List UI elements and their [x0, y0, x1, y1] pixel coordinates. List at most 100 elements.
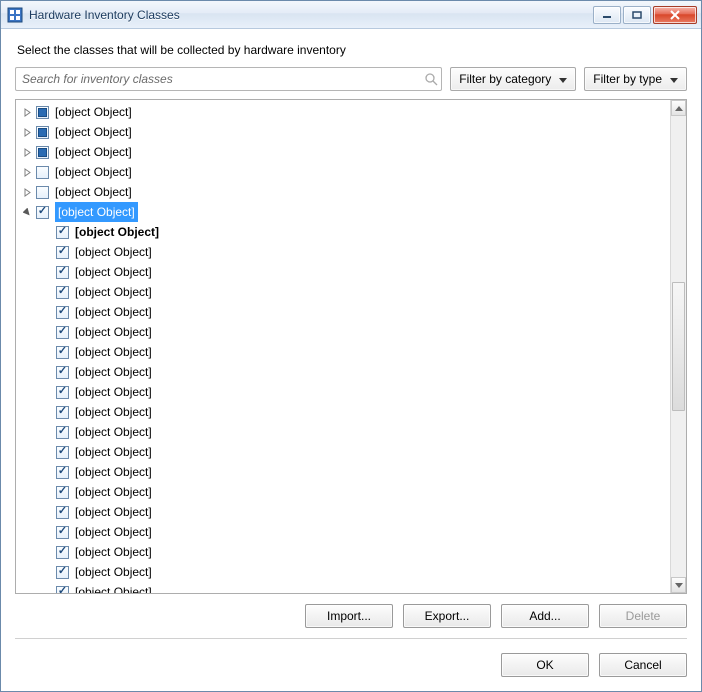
row-label: [object Object]: [73, 382, 154, 402]
checkbox[interactable]: [56, 246, 69, 259]
maximize-button[interactable]: [623, 6, 651, 24]
export-button[interactable]: Export...: [403, 604, 491, 628]
tree-property-row[interactable]: [object Object]: [16, 442, 670, 462]
checkbox[interactable]: [56, 386, 69, 399]
cancel-button[interactable]: Cancel: [599, 653, 687, 677]
add-button[interactable]: Add...: [501, 604, 589, 628]
dialog-window: Hardware Inventory Classes Select the cl…: [0, 0, 702, 692]
checkbox[interactable]: [36, 146, 49, 159]
checkbox[interactable]: [56, 526, 69, 539]
import-button[interactable]: Import...: [305, 604, 393, 628]
filter-category-label: Filter by category: [459, 72, 551, 86]
row-label: [object Object]: [53, 142, 134, 162]
checkbox[interactable]: [56, 566, 69, 579]
checkbox[interactable]: [36, 126, 49, 139]
row-label: [object Object]: [73, 342, 154, 362]
close-button[interactable]: [653, 6, 697, 24]
row-label: [object Object]: [53, 102, 134, 122]
tree-property-row[interactable]: [object Object]: [16, 542, 670, 562]
tree-property-row[interactable]: [object Object]: [16, 422, 670, 442]
dialog-footer: OK Cancel: [1, 639, 701, 691]
tree-property-row[interactable]: [object Object]: [16, 462, 670, 482]
checkbox[interactable]: [56, 366, 69, 379]
checkbox[interactable]: [56, 486, 69, 499]
class-tree[interactable]: [object Object][object Object][object Ob…: [16, 100, 670, 593]
tree-class-row[interactable]: [object Object]: [16, 202, 670, 222]
checkbox[interactable]: [56, 506, 69, 519]
checkbox[interactable]: [36, 186, 49, 199]
checkbox[interactable]: [56, 426, 69, 439]
checkbox[interactable]: [56, 546, 69, 559]
delete-button[interactable]: Delete: [599, 604, 687, 628]
checkbox[interactable]: [56, 326, 69, 339]
row-label: [object Object]: [73, 442, 154, 462]
dialog-content: Select the classes that will be collecte…: [1, 29, 701, 639]
row-label: [object Object]: [73, 542, 154, 562]
tree-property-row[interactable]: [object Object]: [16, 342, 670, 362]
search-input[interactable]: [16, 72, 421, 86]
checkbox[interactable]: [56, 446, 69, 459]
row-label: [object Object]: [73, 462, 154, 482]
tree-property-row[interactable]: [object Object]: [16, 482, 670, 502]
filter-category-button[interactable]: Filter by category: [450, 67, 576, 91]
collapse-icon[interactable]: [20, 205, 34, 219]
row-label: [object Object]: [73, 502, 154, 522]
expand-icon[interactable]: [20, 125, 34, 139]
scroll-thumb[interactable]: [672, 282, 685, 411]
tree-class-row[interactable]: [object Object]: [16, 122, 670, 142]
expand-icon[interactable]: [20, 105, 34, 119]
expand-icon[interactable]: [20, 165, 34, 179]
search-field[interactable]: [15, 67, 442, 91]
minimize-button[interactable]: [593, 6, 621, 24]
row-label: [object Object]: [73, 402, 154, 422]
checkbox[interactable]: [56, 466, 69, 479]
tree-property-row[interactable]: [object Object]: [16, 222, 670, 242]
row-label: [object Object]: [73, 482, 154, 502]
tree-property-row[interactable]: [object Object]: [16, 282, 670, 302]
tree-property-row[interactable]: [object Object]: [16, 362, 670, 382]
ok-button[interactable]: OK: [501, 653, 589, 677]
row-label: [object Object]: [53, 182, 134, 202]
row-label: [object Object]: [53, 202, 140, 222]
tree-class-row[interactable]: [object Object]: [16, 182, 670, 202]
tree-property-row[interactable]: [object Object]: [16, 302, 670, 322]
instruction-text: Select the classes that will be collecte…: [17, 43, 687, 57]
checkbox[interactable]: [56, 226, 69, 239]
tree-class-row[interactable]: [object Object]: [16, 102, 670, 122]
tree-property-row[interactable]: [object Object]: [16, 322, 670, 342]
tree-property-row[interactable]: [object Object]: [16, 522, 670, 542]
row-label: [object Object]: [73, 422, 154, 442]
checkbox[interactable]: [36, 206, 49, 219]
checkbox[interactable]: [56, 346, 69, 359]
tree-property-row[interactable]: [object Object]: [16, 402, 670, 422]
checkbox[interactable]: [36, 106, 49, 119]
filter-type-button[interactable]: Filter by type: [584, 67, 687, 91]
tree-property-row[interactable]: [object Object]: [16, 242, 670, 262]
expand-icon[interactable]: [20, 145, 34, 159]
scroll-down-button[interactable]: [671, 577, 686, 593]
row-label: [object Object]: [73, 282, 154, 302]
tree-class-row[interactable]: [object Object]: [16, 162, 670, 182]
tree-container: [object Object][object Object][object Ob…: [15, 99, 687, 594]
checkbox[interactable]: [56, 586, 69, 594]
scroll-track[interactable]: [671, 116, 686, 577]
checkbox[interactable]: [36, 166, 49, 179]
checkbox[interactable]: [56, 306, 69, 319]
row-label: [object Object]: [73, 322, 154, 342]
titlebar[interactable]: Hardware Inventory Classes: [1, 1, 701, 29]
chevron-down-icon: [670, 72, 678, 86]
checkbox[interactable]: [56, 286, 69, 299]
scroll-up-button[interactable]: [671, 100, 686, 116]
tree-property-row[interactable]: [object Object]: [16, 582, 670, 593]
expand-icon[interactable]: [20, 185, 34, 199]
tree-class-row[interactable]: [object Object]: [16, 142, 670, 162]
checkbox[interactable]: [56, 266, 69, 279]
tree-property-row[interactable]: [object Object]: [16, 502, 670, 522]
tree-property-row[interactable]: [object Object]: [16, 382, 670, 402]
tree-property-row[interactable]: [object Object]: [16, 562, 670, 582]
tree-property-row[interactable]: [object Object]: [16, 262, 670, 282]
row-label: [object Object]: [73, 582, 154, 593]
checkbox[interactable]: [56, 406, 69, 419]
scrollbar[interactable]: [670, 100, 686, 593]
row-label: [object Object]: [53, 162, 134, 182]
